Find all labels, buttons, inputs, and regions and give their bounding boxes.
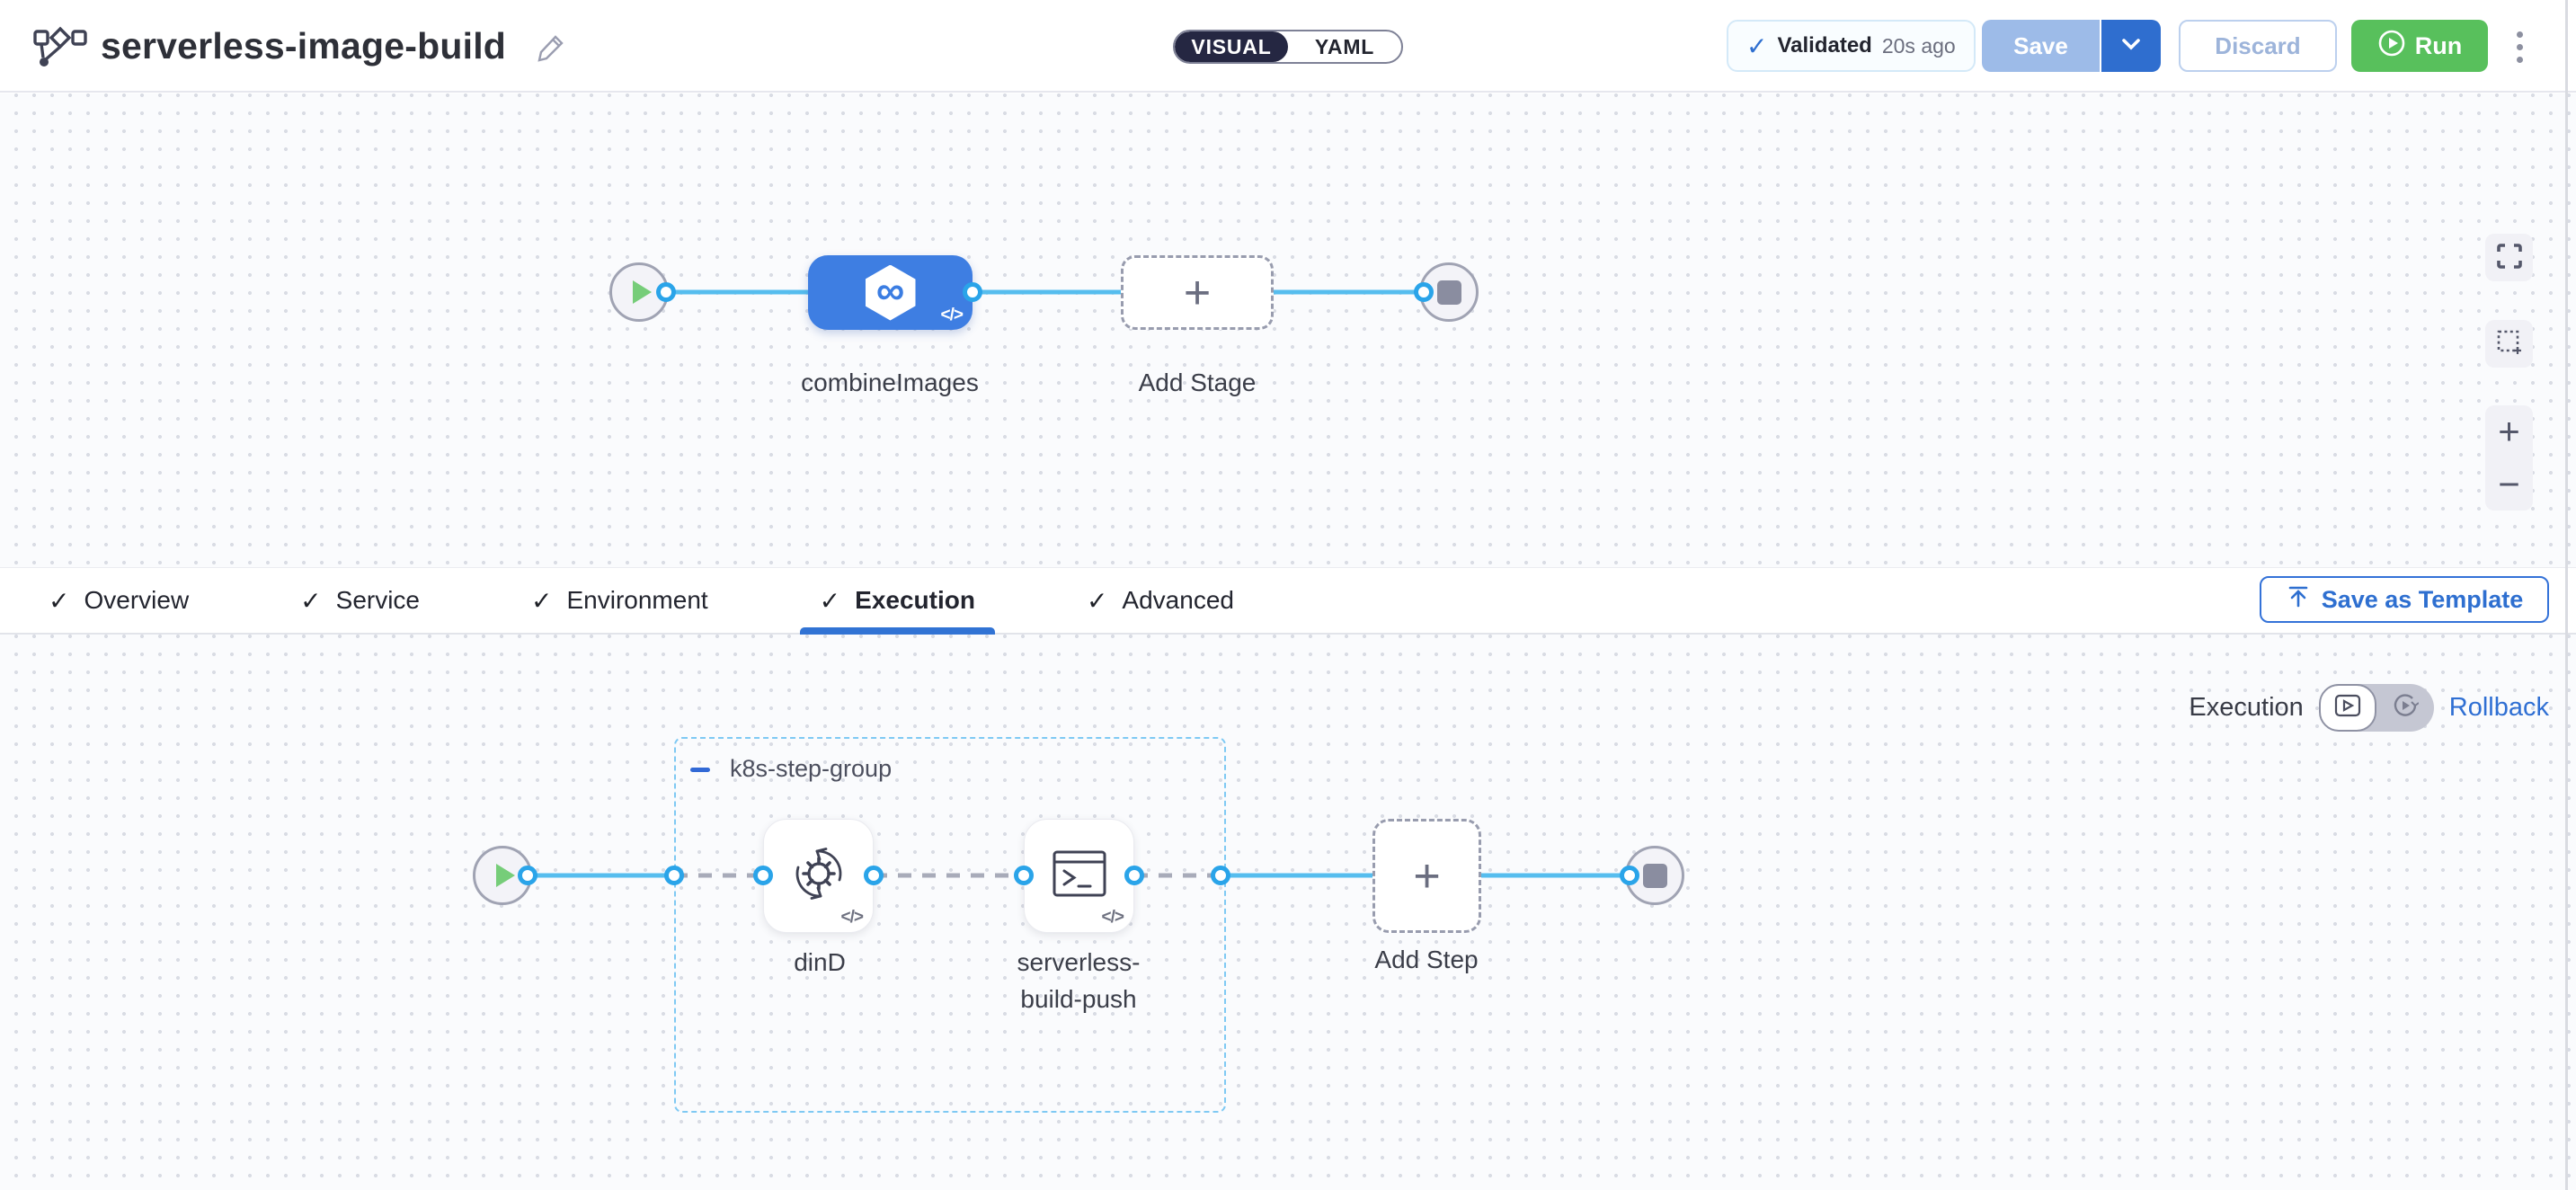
rollback-link[interactable]: Rollback [2449,693,2549,723]
run-button[interactable]: Run [2351,20,2488,72]
connector-dashed [1134,874,1221,878]
save-split-button: Save [1982,20,2161,72]
step-group-container [674,737,1226,1113]
rollback-mode-button[interactable] [2376,684,2434,732]
more-options-icon[interactable] [2504,22,2535,72]
stage-node-combineimages[interactable]: ∞ </> [808,255,973,330]
start-play-icon [496,864,515,887]
tab-service[interactable]: ✓ Service [297,568,423,633]
connector [973,290,1121,295]
rollback-icon [2392,692,2419,724]
zoom-in-button[interactable]: + [2485,405,2533,458]
zoom-out-button[interactable]: − [2485,458,2533,511]
execution-mode-button[interactable] [2319,684,2376,732]
execution-canvas: Execution [0,635,2576,1190]
execution-mode-row: Execution [2189,684,2549,732]
connection-port[interactable] [664,866,684,885]
tab-execution[interactable]: ✓ Execution [816,568,979,633]
step-node-dind[interactable]: </> [763,819,874,933]
stage-canvas: ∞ </> + combineImages Add Stage [0,93,2576,567]
add-stage-button[interactable]: + [1121,255,1274,330]
tab-check-icon: ✓ [1087,586,1107,616]
connection-port[interactable] [1620,866,1639,885]
connection-port[interactable] [1014,866,1034,885]
validated-label: Validated [1777,33,1871,58]
stage-label: combineImages [773,365,1007,402]
upload-icon [2286,584,2311,616]
save-options-button[interactable] [2101,20,2161,72]
connector [1274,290,1424,295]
end-stop-icon [1643,864,1667,888]
tab-check-icon: ✓ [531,586,552,616]
add-stage-label: Add Stage [1121,365,1274,402]
connector [528,874,674,878]
add-step-button[interactable]: + [1372,819,1481,933]
pipeline-icon [32,25,88,75]
validated-time: 20s ago [1882,34,1956,58]
tab-check-icon: ✓ [300,586,321,616]
connector-dashed [874,874,1024,878]
tab-check-icon: ✓ [820,586,840,616]
dind-gear-sync-icon [785,839,853,912]
connector [1481,874,1630,878]
terminal-icon [1051,848,1108,904]
connection-port[interactable] [1211,866,1230,885]
visual-yaml-toggle: VISUAL YAML [1173,30,1403,64]
code-tag-icon: </> [1102,908,1124,928]
zoom-controls: + − [2485,405,2533,511]
connector [1226,874,1372,878]
collapse-group-button[interactable] [690,759,717,779]
validated-check-icon: ✓ [1746,31,1767,61]
add-step-label: Add Step [1319,942,1534,979]
tab-environment[interactable]: ✓ Environment [528,568,712,633]
tab-advanced[interactable]: ✓ Advanced [1083,568,1238,633]
end-stop-icon [1437,280,1461,305]
stage-tabs: ✓ Overview ✓ Service ✓ Environment ✓ Exe… [45,568,1238,633]
connector [666,290,808,295]
fullscreen-icon [2495,242,2524,273]
stage-tabbar: ✓ Overview ✓ Service ✓ Environment ✓ Exe… [0,567,2576,635]
tab-check-icon: ✓ [49,586,69,616]
run-play-icon [2377,29,2406,64]
edit-title-icon[interactable] [536,32,566,67]
execution-rollback-toggle [2319,684,2434,732]
validated-badge: ✓ Validated 20s ago [1727,20,1976,72]
connection-port[interactable] [518,866,537,885]
connection-port[interactable] [753,866,773,885]
toggle-visual[interactable]: VISUAL [1175,31,1288,62]
save-button[interactable]: Save [1982,20,2100,72]
connection-port[interactable] [864,866,884,885]
save-as-template-button[interactable]: Save as Template [2260,576,2549,623]
scrollbar[interactable] [2565,0,2568,1190]
toggle-yaml[interactable]: YAML [1288,31,1401,62]
fit-to-screen-button[interactable] [2485,234,2533,281]
connection-port[interactable] [1124,866,1144,885]
step-group-name: k8s-step-group [730,755,892,783]
chevron-down-icon [2121,38,2141,54]
step-label-serverless-build-push: serverless-build-push [1007,945,1150,1017]
pipeline-studio: serverless-image-build VISUAL YAML ✓ Val… [0,0,2576,1190]
code-tag-icon: </> [841,908,863,928]
step-node-serverless-build-push[interactable]: </> [1024,819,1134,933]
execution-play-icon [2334,694,2361,722]
connection-port[interactable] [1414,282,1434,302]
code-tag-icon: </> [941,306,963,325]
connector-dashed [674,874,763,878]
connection-port[interactable] [656,282,676,302]
step-label-dind: dinD [707,945,932,981]
execution-mode-label: Execution [2189,693,2303,723]
stage-type-icon: ∞ [866,265,916,321]
tab-overview[interactable]: ✓ Overview [45,568,192,633]
connection-port[interactable] [963,282,982,302]
run-label: Run [2415,32,2462,60]
discard-button[interactable]: Discard [2179,20,2337,72]
header: serverless-image-build VISUAL YAML ✓ Val… [0,0,2576,93]
marquee-select-icon [2495,328,2524,360]
start-play-icon [633,280,652,304]
pipeline-title: serverless-image-build [101,25,506,67]
multi-select-button[interactable] [2485,320,2533,368]
